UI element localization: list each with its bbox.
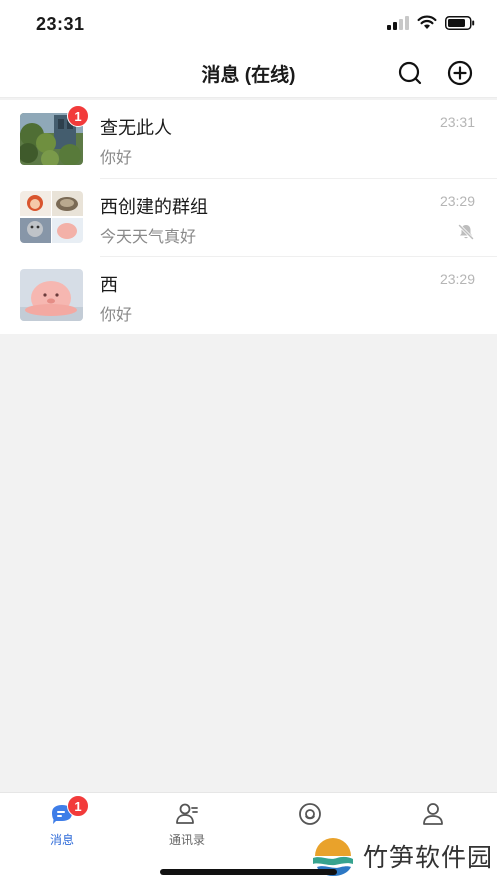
conversation-row[interactable]: 1 查无此人 你好 23:31	[0, 100, 497, 178]
wifi-icon	[417, 15, 437, 29]
conversation-list: 1 查无此人 你好 23:31 西创建的群组 今天天气真好 23:29 西 你好…	[0, 100, 497, 334]
conversation-name: 西创建的群组	[100, 197, 208, 217]
search-icon	[398, 61, 422, 85]
watermark-text: 竹笋软件园	[363, 842, 494, 872]
conversation-name: 西	[100, 275, 118, 295]
home-indicator[interactable]	[160, 869, 337, 875]
mute-indicator	[457, 223, 475, 246]
smiley-icon	[297, 801, 323, 827]
signal-icon	[387, 15, 409, 30]
battery-icon	[445, 15, 475, 30]
tab-label: 通讯录	[168, 833, 205, 847]
avatar	[20, 269, 83, 321]
contacts-icon	[174, 801, 200, 827]
status-bar: 23:31	[0, 0, 497, 48]
last-message: 你好	[100, 307, 133, 324]
message-time: 23:29	[439, 193, 475, 209]
last-message: 今天天气真好	[100, 229, 197, 246]
status-time: 23:31	[36, 14, 85, 34]
bell-off-icon	[458, 224, 474, 240]
message-time: 23:31	[439, 114, 475, 130]
status-icons	[387, 15, 475, 30]
tab-unread-badge: 1	[67, 795, 89, 817]
conversation-content: 查无此人 你好 23:31	[100, 100, 497, 178]
unread-badge: 1	[67, 105, 89, 127]
tab-messages[interactable]: 消息	[17, 801, 107, 851]
add-button[interactable]	[445, 58, 475, 88]
search-button[interactable]	[395, 58, 425, 88]
conversation-row[interactable]: 西 你好 23:29	[0, 256, 497, 334]
last-message: 你好	[100, 150, 133, 167]
nav-bar: 消息 (在线)	[0, 48, 497, 98]
conversation-name: 查无此人	[100, 118, 172, 138]
tab-contacts[interactable]: 通讯录	[142, 801, 232, 851]
conversation-row[interactable]: 西创建的群组 今天天气真好 23:29	[0, 178, 497, 256]
person-icon	[420, 801, 446, 827]
conversation-content: 西 你好 23:29	[100, 256, 497, 334]
plus-circle-icon	[447, 60, 473, 86]
conversation-content: 西创建的群组 今天天气真好 23:29	[100, 178, 497, 256]
avatar	[20, 191, 83, 243]
message-time: 23:29	[439, 271, 475, 287]
tab-label: 消息	[49, 833, 74, 847]
